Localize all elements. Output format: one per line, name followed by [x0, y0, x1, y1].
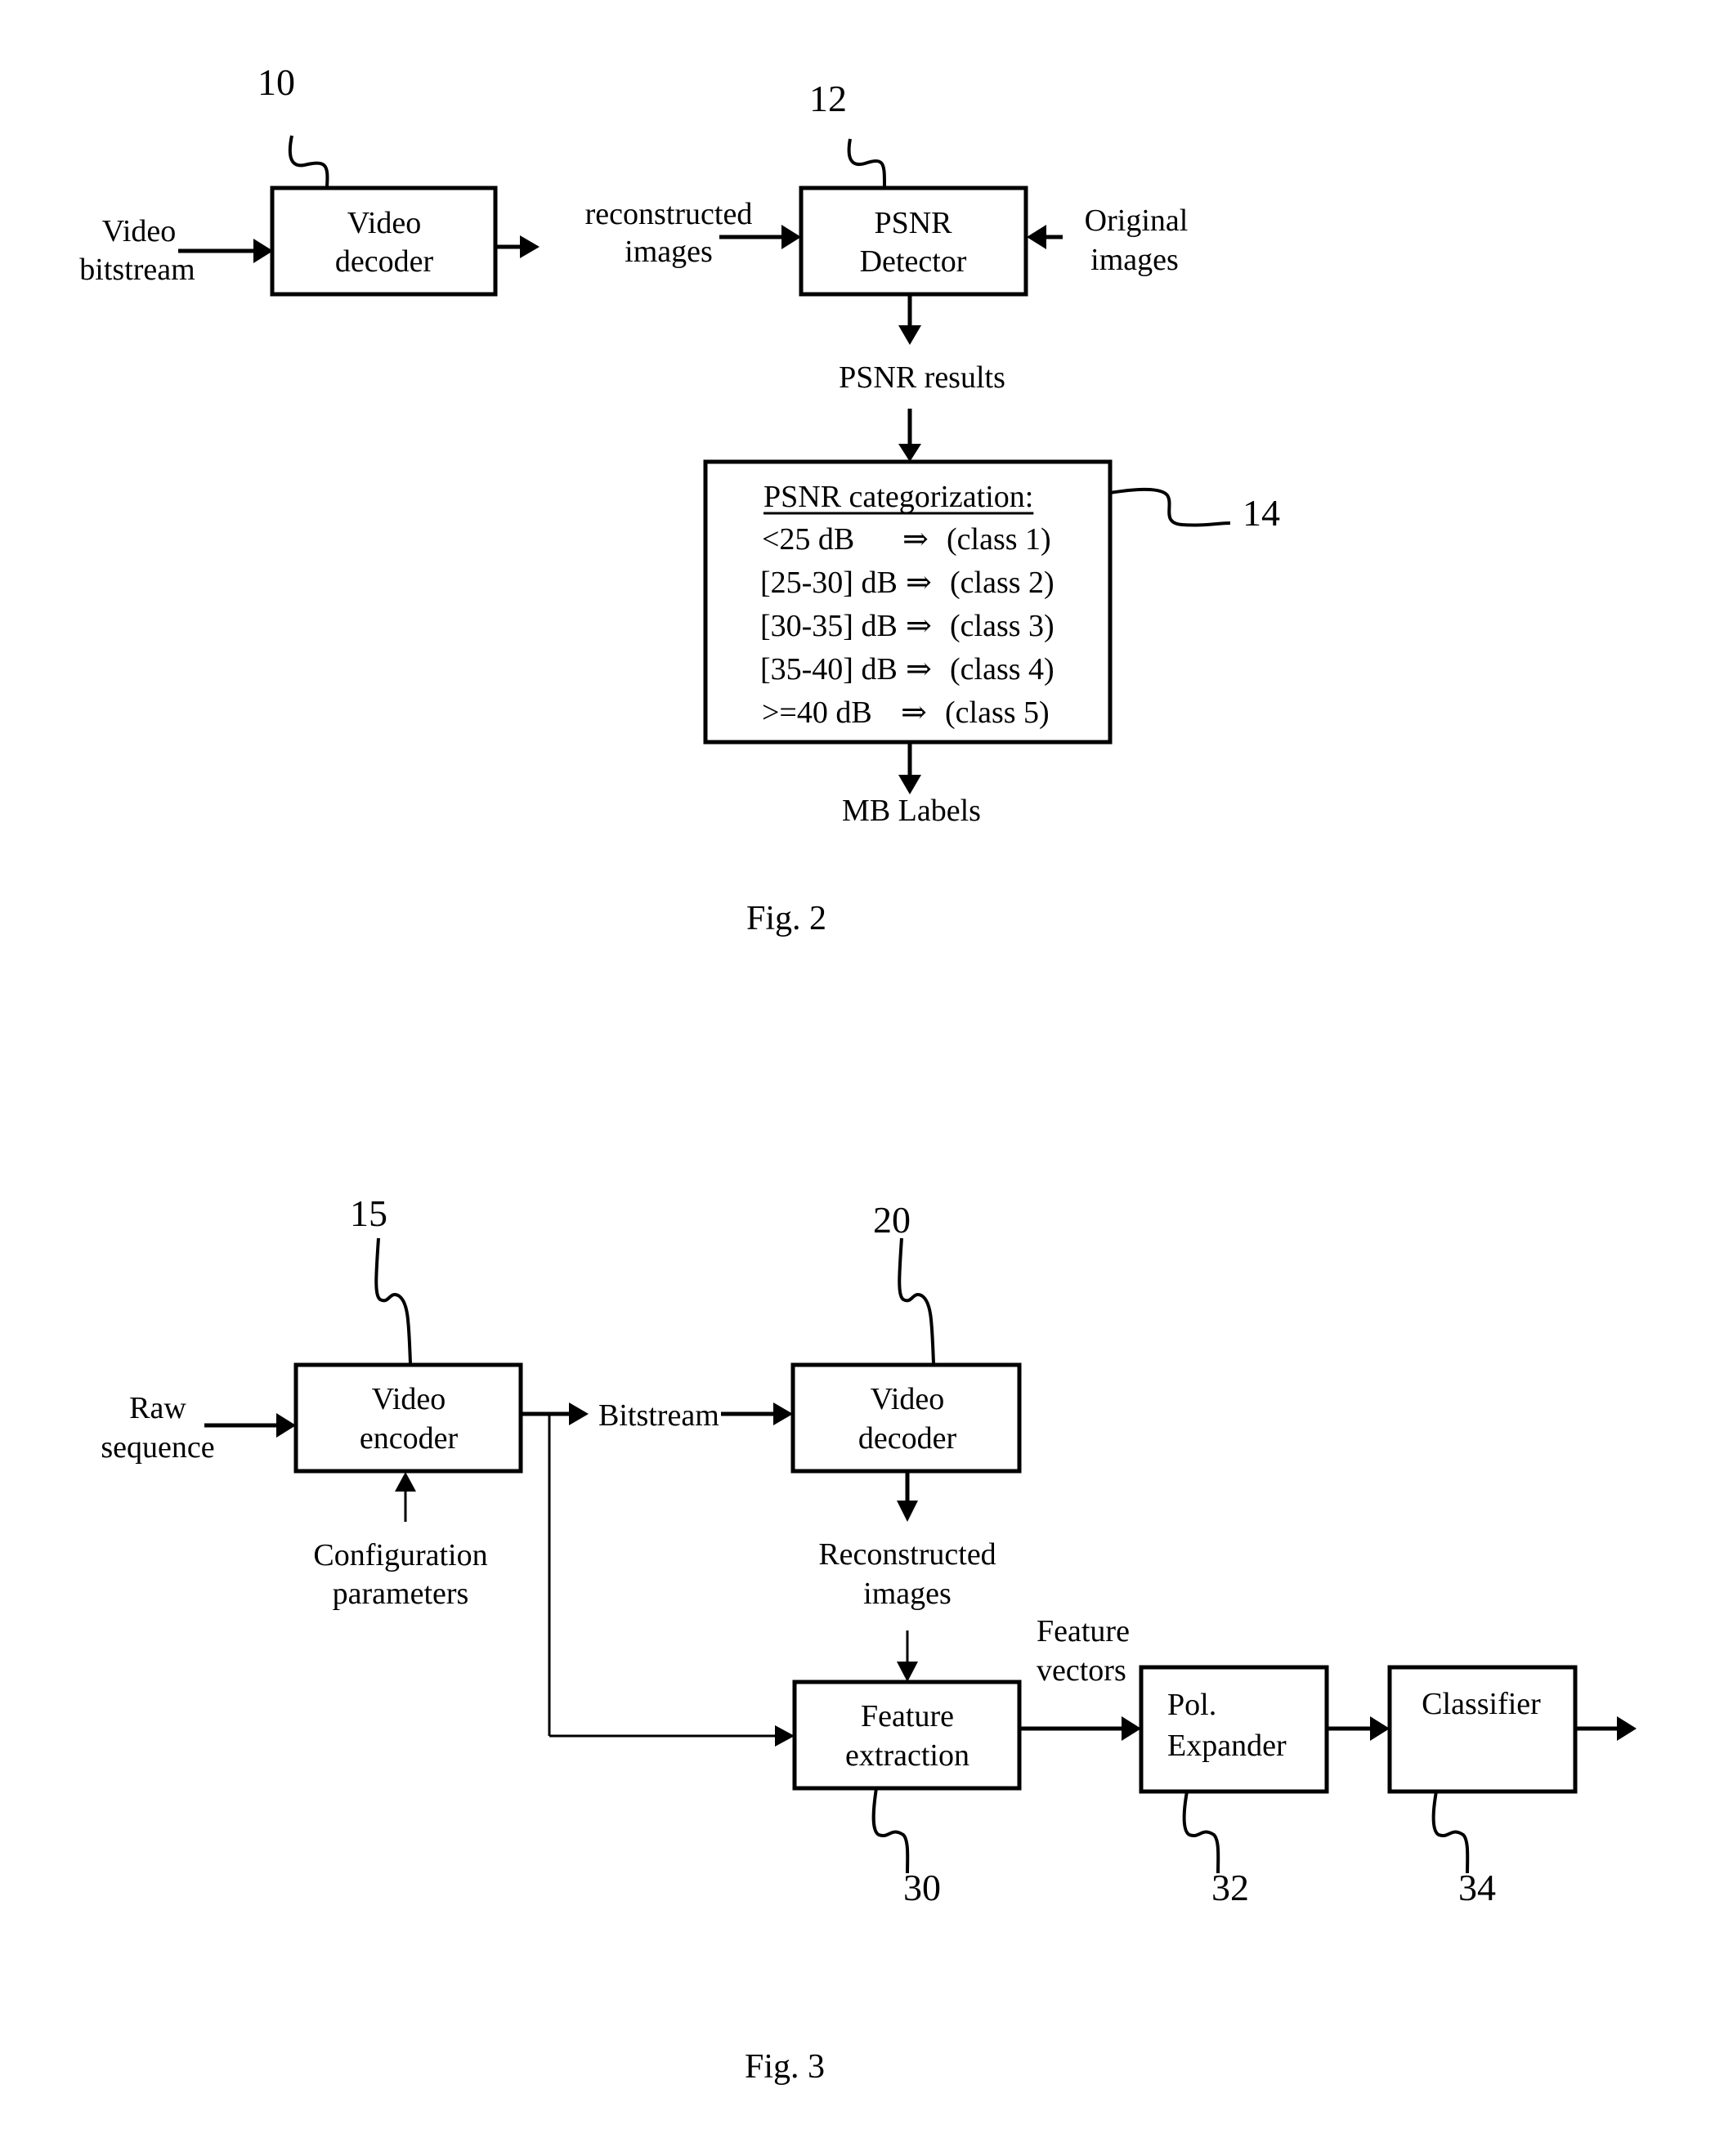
leader-line-15 [374, 1237, 412, 1364]
categorization-title: PSNR categorization: [763, 480, 1033, 514]
ref-number-15: 15 [350, 1192, 387, 1234]
arrowhead [395, 1472, 416, 1492]
category-range: [25-30] dB [760, 566, 898, 600]
video-decoder-label-1: Video [871, 1382, 945, 1416]
feature-extraction-label-2: extraction [845, 1738, 969, 1773]
implies-arrow: ⇒ [906, 566, 932, 600]
input-label-bitstream: bitstream [79, 253, 195, 287]
arrowhead [520, 235, 540, 258]
category-class: (class 2) [950, 566, 1055, 600]
figure-3: 15 20 Raw sequence Video encoder Configu… [101, 1192, 1637, 2086]
arrowhead [1122, 1716, 1141, 1741]
arrowhead [276, 1413, 296, 1438]
category-row: [25-30] dB ⇒ (class 2) [760, 566, 1055, 600]
feature-vectors-label-1: Feature [1037, 1614, 1130, 1648]
category-range: >=40 dB [762, 696, 872, 730]
classifier-box[interactable] [1387, 1665, 1578, 1794]
reconstructed-images-label-2: images [863, 1577, 952, 1611]
arrowhead [898, 325, 921, 345]
arrowhead [781, 225, 801, 249]
pol-expander-label-1: Pol. [1167, 1688, 1216, 1722]
bitstream-label: Bitstream [598, 1398, 719, 1433]
config-parameters-label-1: Configuration [313, 1538, 487, 1572]
arrowhead [253, 239, 273, 263]
mb-labels-label: MB Labels [842, 794, 981, 828]
ref-number-14: 14 [1243, 492, 1280, 534]
leader-line-10 [288, 135, 329, 187]
recon-images-label-2: images [625, 235, 713, 269]
figure-2: 10 Video bitstream Video decoder reconst… [79, 61, 1280, 937]
leader-line-32 [1182, 1791, 1220, 1874]
psnr-detector-label-1: PSNR [874, 206, 952, 240]
classifier-label: Classifier [1422, 1687, 1541, 1721]
feature-vectors-label-2: vectors [1037, 1653, 1126, 1688]
video-decoder-label-1: Video [347, 206, 422, 240]
video-decoder-label-2: decoder [858, 1421, 957, 1456]
figure-2-caption: Fig. 2 [746, 900, 826, 937]
figure-3-caption: Fig. 3 [745, 2048, 825, 2086]
category-row: [35-40] dB ⇒ (class 4) [760, 652, 1055, 687]
psnr-detector-label-2: Detector [860, 244, 967, 279]
category-range: [35-40] dB [760, 652, 898, 687]
implies-arrow: ⇒ [901, 696, 927, 730]
video-encoder-label-1: Video [372, 1382, 446, 1416]
raw-sequence-label-1: Raw [129, 1391, 186, 1425]
arrowhead [897, 1662, 918, 1682]
implies-arrow: ⇒ [906, 652, 932, 687]
arrowhead [1370, 1716, 1390, 1741]
arrowhead [775, 1725, 795, 1747]
implies-arrow: ⇒ [902, 522, 929, 557]
category-row: >=40 dB ⇒ (class 5) [762, 696, 1050, 730]
category-range: <25 dB [762, 522, 854, 557]
psnr-results-label: PSNR results [839, 360, 1005, 395]
leader-line-14 [1109, 487, 1231, 527]
arrowhead [773, 1402, 793, 1425]
ref-number-32: 32 [1211, 1867, 1249, 1908]
ref-number-10: 10 [257, 61, 295, 103]
category-class: (class 4) [950, 652, 1055, 687]
arrowhead [569, 1402, 589, 1425]
category-range: [30-35] dB [760, 609, 898, 643]
category-row: [30-35] dB ⇒ (class 3) [760, 609, 1055, 643]
video-decoder-label-2: decoder [335, 244, 434, 279]
leader-line-34 [1431, 1791, 1470, 1874]
arrowhead [898, 775, 921, 794]
ref-number-30: 30 [903, 1867, 941, 1908]
patent-figures: 10 Video bitstream Video decoder reconst… [79, 61, 1637, 2086]
category-class: (class 5) [945, 696, 1050, 730]
feature-extraction-label-1: Feature [861, 1699, 954, 1733]
ref-number-12: 12 [809, 78, 847, 119]
category-row: <25 dB ⇒ (class 1) [762, 522, 1051, 557]
implies-arrow: ⇒ [906, 609, 932, 643]
ref-number-34: 34 [1458, 1867, 1496, 1908]
original-images-label-1: Original [1085, 204, 1189, 238]
category-class: (class 3) [950, 609, 1055, 643]
ref-number-20: 20 [873, 1199, 911, 1241]
category-class: (class 1) [947, 522, 1051, 557]
recon-images-label-1: reconstructed [585, 197, 753, 231]
pol-expander-label-2: Expander [1167, 1729, 1287, 1763]
config-parameters-label-2: parameters [333, 1577, 469, 1611]
raw-sequence-label-2: sequence [101, 1430, 214, 1465]
arrowhead [897, 1501, 918, 1522]
original-images-label-2: images [1090, 243, 1179, 277]
reconstructed-images-label-1: Reconstructed [818, 1537, 996, 1572]
arrowhead [898, 444, 921, 462]
arrowhead [1027, 225, 1046, 249]
leader-line-30 [871, 1787, 910, 1874]
arrowhead [1617, 1716, 1637, 1741]
video-encoder-label-2: encoder [360, 1421, 459, 1456]
input-label-video: Video [102, 214, 177, 248]
leader-line-12 [847, 138, 886, 187]
leader-line-20 [898, 1237, 935, 1364]
